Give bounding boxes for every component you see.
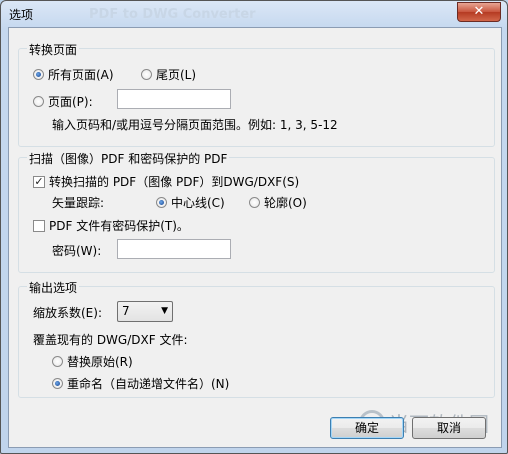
radio-all-pages-label: 所有页面(A)	[48, 68, 114, 82]
page-conversion-group: 转换页面 所有页面(A) 尾页(L) 页面(P): 输入页码和/或用逗号分隔页面…	[18, 41, 495, 147]
dialog-client: 转换页面 所有页面(A) 尾页(L) 页面(P): 输入页码和/或用逗号分隔页面…	[8, 27, 502, 448]
scan-pdf-group: 扫描（图像）PDF 和密码保护的 PDF ✓ 转换扫描的 PDF（图像 PDF）…	[18, 150, 495, 273]
title-bar[interactable]: 选项 PDF to DWG Converter ✕	[1, 1, 507, 25]
radio-rename-label: 重命名（自动递增文件名）(N)	[67, 377, 230, 391]
radio-centerline-dot[interactable]	[156, 197, 167, 208]
vector-trace-label: 矢量跟踪:	[52, 196, 105, 210]
convert-scanned-label: 转换扫描的 PDF（图像 PDF）到DWG/DXF(S)	[49, 175, 300, 189]
radio-outline-label: 轮廓(O)	[264, 196, 307, 210]
password-protected-check-icon[interactable]	[33, 219, 45, 232]
radio-last-page-label: 尾页(L)	[156, 68, 197, 82]
radio-all-pages-dot[interactable]	[33, 69, 44, 80]
password-label: 密码(W):	[52, 244, 102, 258]
radio-pages-dot[interactable]	[33, 96, 44, 107]
close-button[interactable]: ✕	[457, 2, 501, 22]
ok-button[interactable]: 确定	[330, 417, 404, 439]
scale-label: 缩放系数(E):	[33, 306, 102, 320]
password-protected-checkbox[interactable]: PDF 文件有密码保护(T)。	[33, 217, 189, 234]
radio-rename[interactable]: 重命名（自动递增文件名）(N)	[52, 375, 229, 392]
radio-replace-original-label: 替换原始(R)	[67, 355, 133, 369]
dialog-window: 选项 PDF to DWG Converter ✕ 转换页面 所有页面(A) 尾…	[0, 0, 508, 454]
ghost-title: PDF to DWG Converter	[89, 7, 256, 22]
radio-centerline[interactable]: 中心线(C)	[156, 194, 225, 211]
output-options-group: 输出选项 缩放系数(E): 7 ▼ 覆盖现有的 DWG/DXF 文件: 替换原始…	[18, 279, 495, 398]
page-hint: 输入页码和/或用逗号分隔页面范围。例如: 1, 3, 5-12	[52, 118, 338, 132]
chevron-down-icon: ▼	[161, 306, 168, 316]
convert-scanned-checkbox[interactable]: ✓ 转换扫描的 PDF（图像 PDF）到DWG/DXF(S)	[33, 173, 299, 190]
scale-select-value: 7	[122, 304, 130, 318]
cancel-button[interactable]: 取消	[412, 417, 486, 439]
radio-replace-original-dot[interactable]	[52, 356, 63, 367]
radio-pages-label: 页面(P):	[48, 95, 93, 109]
close-icon: ✕	[473, 4, 485, 19]
radio-pages[interactable]: 页面(P):	[33, 93, 93, 110]
radio-rename-dot[interactable]	[52, 378, 63, 389]
radio-outline[interactable]: 轮廓(O)	[249, 194, 307, 211]
radio-outline-dot[interactable]	[249, 197, 260, 208]
convert-scanned-check-icon[interactable]: ✓	[33, 175, 45, 188]
scan-group-legend: 扫描（图像）PDF 和密码保护的 PDF	[27, 150, 230, 167]
output-group-legend: 输出选项	[27, 279, 80, 296]
scale-select[interactable]: 7 ▼	[117, 301, 173, 322]
window-title: 选项	[9, 8, 34, 22]
radio-last-page[interactable]: 尾页(L)	[141, 66, 196, 83]
password-input[interactable]	[117, 239, 231, 259]
radio-replace-original[interactable]: 替换原始(R)	[52, 353, 133, 370]
radio-all-pages[interactable]: 所有页面(A)	[33, 66, 114, 83]
password-protected-label: PDF 文件有密码保护(T)。	[49, 219, 189, 233]
radio-centerline-label: 中心线(C)	[171, 196, 225, 210]
radio-last-page-dot[interactable]	[141, 69, 152, 80]
pages-input[interactable]	[117, 89, 231, 109]
overwrite-label: 覆盖现有的 DWG/DXF 文件:	[33, 333, 188, 347]
page-group-legend: 转换页面	[27, 41, 80, 58]
